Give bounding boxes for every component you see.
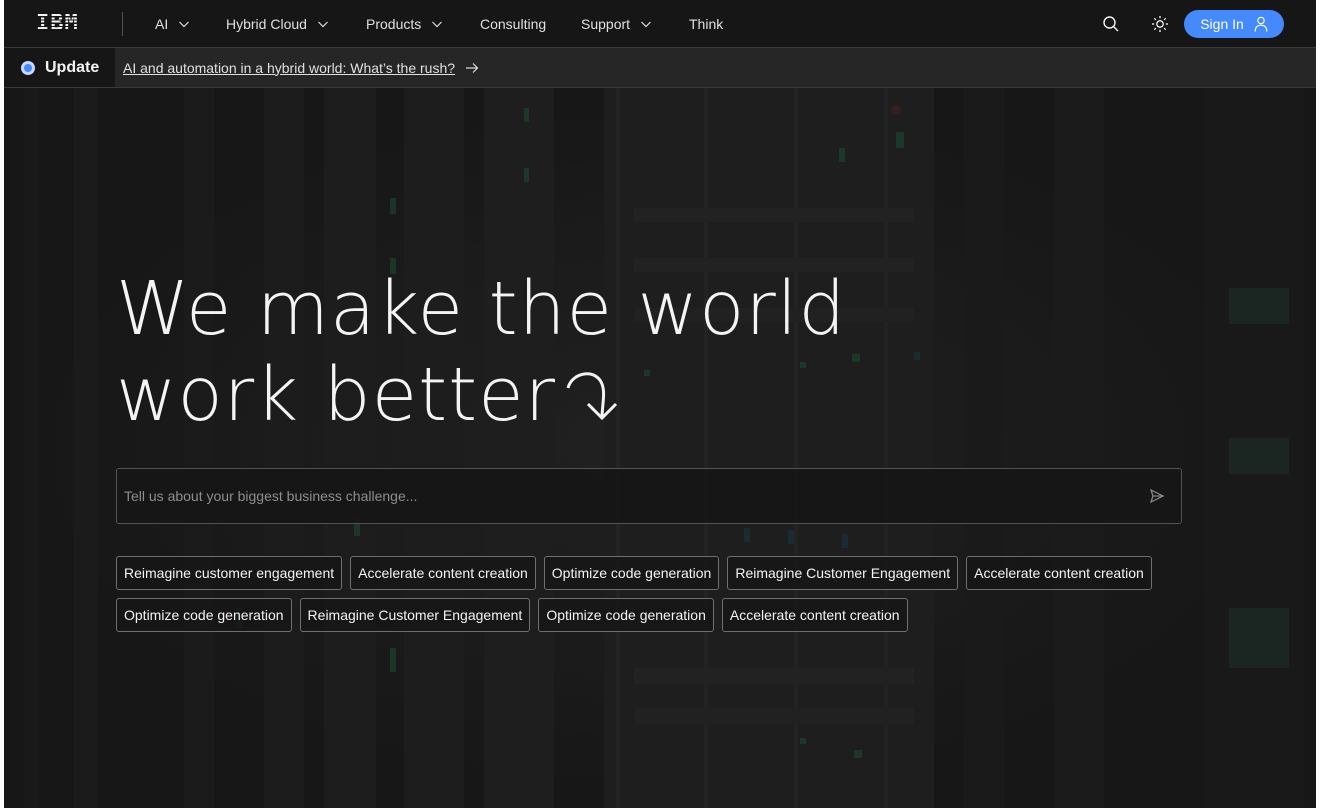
search-button[interactable] (1099, 12, 1123, 36)
suggestion-chip[interactable]: Optimize code generation (116, 598, 292, 632)
chevron-down-icon (179, 21, 190, 28)
hero-title-line-2: work better (116, 352, 876, 438)
ibm-homepage: IBM AI Hybrid Cloud Products Consulting … (4, 0, 1316, 808)
update-link-text: AI and automation in a hybrid world: Wha… (123, 59, 456, 76)
chip-row-1: Reimagine customer engagement Accelerate… (116, 556, 1196, 590)
nav-item-products[interactable]: Products (366, 0, 443, 48)
challenge-input-box (116, 468, 1182, 524)
challenge-input[interactable] (117, 469, 1137, 523)
nav-item-hybrid-cloud[interactable]: Hybrid Cloud (226, 0, 329, 48)
nav-divider (122, 12, 123, 36)
suggestion-chip[interactable]: Accelerate content creation (350, 556, 536, 590)
sign-in-label: Sign In (1200, 16, 1244, 32)
chip-row-2: Optimize code generation Reimagine Custo… (116, 598, 1196, 632)
nav-item-ai[interactable]: AI (155, 0, 190, 48)
nav-item-label: Think (689, 16, 724, 32)
nav-item-label: Consulting (480, 16, 547, 32)
sun-icon (1152, 16, 1168, 32)
arrow-right-icon (466, 62, 479, 73)
chevron-down-icon (318, 21, 328, 28)
hero-title: We make the world work better (116, 266, 876, 438)
nav-item-label: Hybrid Cloud (226, 16, 307, 32)
suggestion-chips: Reimagine customer engagement Accelerate… (116, 556, 1196, 640)
hero-title-line-1: We make the world (116, 266, 847, 352)
update-bar: Update AI and automation in a hybrid wor… (4, 48, 1316, 88)
nav-item-think[interactable]: Think (689, 0, 723, 48)
hero-section: We make the world work better Reimagine … (4, 88, 1316, 808)
suggestion-chip[interactable]: Accelerate content creation (721, 598, 908, 632)
nav-item-label: Support (581, 16, 631, 32)
ibm-logo-text: IBM (36, 11, 79, 36)
update-label-text: Update (45, 58, 100, 76)
user-icon (1254, 16, 1268, 32)
chevron-down-icon (641, 21, 651, 28)
suggestion-chip[interactable]: Accelerate content creation (966, 556, 1152, 590)
suggestion-chip[interactable]: Reimagine Customer Engagement (299, 598, 531, 632)
send-icon[interactable] (1149, 488, 1165, 504)
top-navigation: IBM AI Hybrid Cloud Products Consulting … (4, 0, 1316, 48)
suggestion-chip[interactable]: Optimize code generation (538, 598, 714, 632)
update-link[interactable]: AI and automation in a hybrid world: Wha… (123, 48, 479, 87)
update-label: Update (4, 48, 115, 87)
suggestion-chip[interactable]: Optimize code generation (543, 556, 720, 590)
turn-down-arrow-icon (566, 372, 618, 421)
status-dot-icon (21, 60, 35, 75)
sign-in-button[interactable]: Sign In (1184, 10, 1284, 38)
nav-item-label: AI (155, 16, 169, 32)
chevron-down-icon (432, 21, 443, 28)
suggestion-chip[interactable]: Reimagine Customer Engagement (727, 556, 959, 590)
nav-item-support[interactable]: Support (581, 0, 652, 48)
ibm-logo[interactable]: IBM (36, 13, 92, 35)
suggestion-chip[interactable]: Reimagine customer engagement (116, 556, 343, 590)
nav-item-label: Products (366, 16, 422, 32)
theme-toggle-button[interactable] (1148, 12, 1172, 36)
nav-item-consulting[interactable]: Consulting (480, 0, 546, 48)
search-icon (1103, 16, 1119, 32)
hero-title-line-2-text: work better (116, 352, 557, 438)
server-rack-background (4, 88, 1316, 808)
